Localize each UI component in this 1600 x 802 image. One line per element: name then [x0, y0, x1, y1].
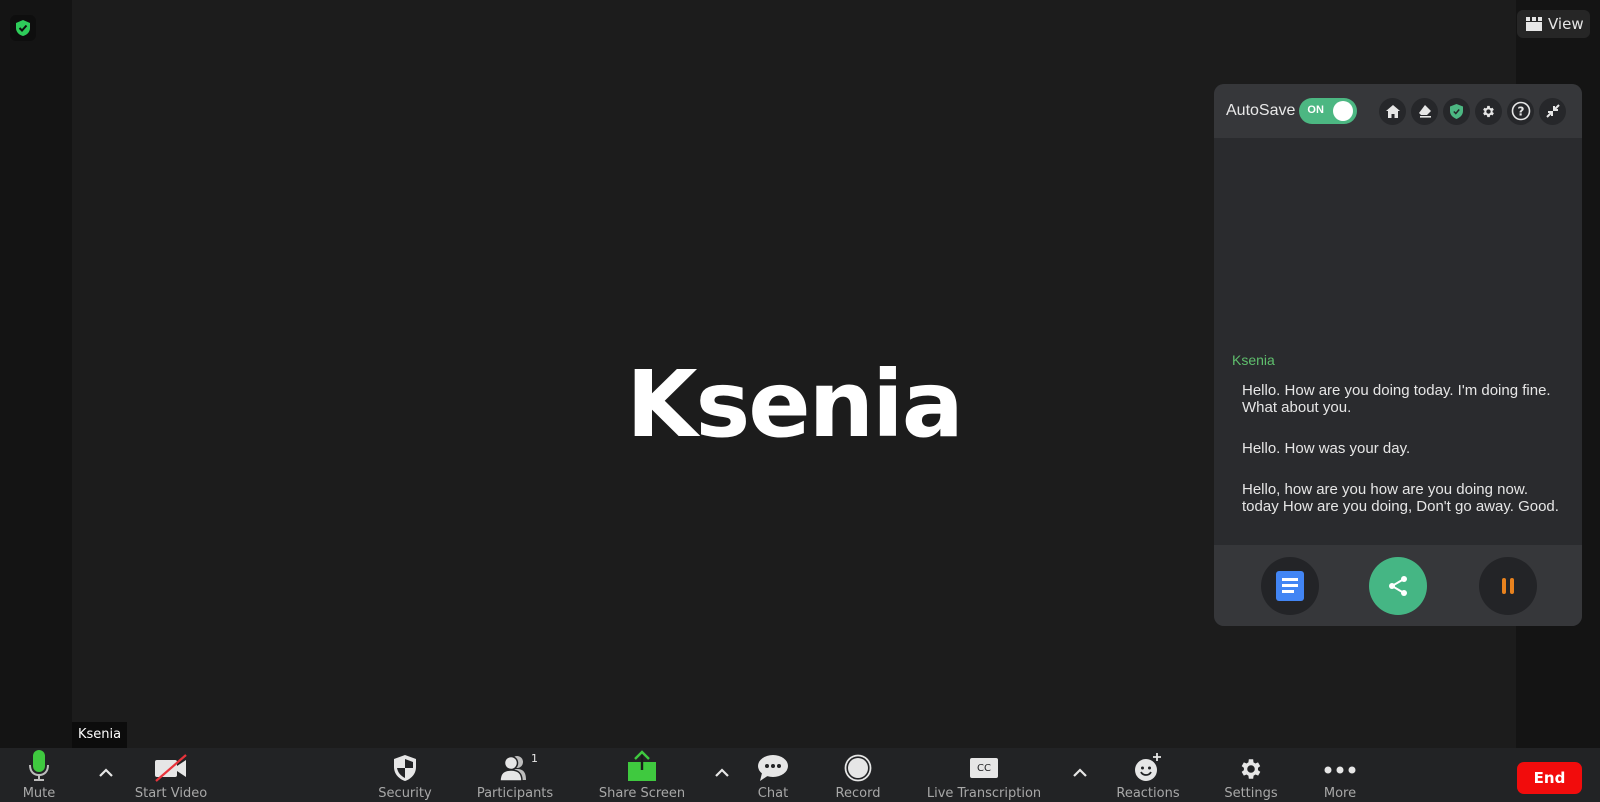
- chevron-up-icon: [1073, 767, 1087, 777]
- settings-label: Settings: [1224, 786, 1278, 801]
- transcript-panel-footer: [1214, 545, 1582, 626]
- microphone-icon: [29, 750, 49, 781]
- home-icon: [1385, 104, 1400, 118]
- more-button[interactable]: More: [1312, 748, 1368, 802]
- transcript-panel-header: AutoSave ON ?: [1214, 84, 1582, 138]
- video-off-icon: [155, 754, 187, 782]
- panel-header-icons: ?: [1379, 97, 1567, 125]
- minimize-icon: [1546, 104, 1560, 118]
- shield-check-icon: [16, 20, 30, 36]
- participants-button[interactable]: Participants: [474, 748, 556, 802]
- autosave-toggle[interactable]: ON: [1299, 98, 1358, 124]
- gear-icon: [1483, 105, 1495, 117]
- security-shield-icon: [394, 755, 416, 781]
- live-transcription-button[interactable]: CC Live Transcription: [924, 748, 1044, 802]
- record-button[interactable]: Record: [830, 748, 886, 802]
- document-icon: [1276, 571, 1304, 601]
- minimize-button[interactable]: [1539, 97, 1567, 125]
- participants-icon: [499, 755, 526, 782]
- security-label: Security: [378, 786, 432, 801]
- participants-count: 1: [531, 752, 538, 765]
- mute-label: Mute: [22, 786, 56, 801]
- help-icon: ?: [1511, 101, 1531, 121]
- more-label: More: [1323, 786, 1357, 801]
- chevron-up-icon: [715, 767, 729, 777]
- eraser-button[interactable]: [1411, 97, 1439, 125]
- transcript-panel: AutoSave ON ? Ksenia Hello. How are you …: [1214, 84, 1582, 626]
- share-options-caret[interactable]: [712, 762, 732, 782]
- help-button[interactable]: ?: [1507, 97, 1535, 125]
- chevron-up-icon: [99, 767, 113, 777]
- closed-captions-icon: CC: [970, 758, 998, 778]
- share-screen-label: Share Screen: [598, 786, 686, 801]
- start-video-label: Start Video: [134, 786, 208, 801]
- transcript-speaker-name: Ksenia: [1232, 352, 1275, 368]
- participant-name-tag: Ksenia: [72, 722, 128, 748]
- mute-button[interactable]: Mute: [12, 748, 66, 802]
- transcript-line: Hello. How are you doing today. I'm doin…: [1242, 382, 1551, 416]
- more-dots-icon: [1324, 766, 1356, 774]
- svg-text:?: ?: [1517, 105, 1524, 119]
- security-button[interactable]: Security: [372, 748, 438, 802]
- share-screen-button[interactable]: Share Screen: [596, 748, 688, 802]
- reactions-icon: [1135, 753, 1161, 781]
- view-button-label: View: [1548, 15, 1584, 33]
- pause-icon: [1502, 578, 1514, 594]
- share-icon: [1389, 576, 1407, 596]
- open-document-button[interactable]: [1261, 557, 1319, 615]
- transcript-line: Hello. How was your day.: [1242, 440, 1411, 457]
- share-screen-icon: [628, 750, 656, 781]
- record-icon: [844, 754, 872, 782]
- cc-text: CC: [977, 762, 991, 774]
- start-video-button[interactable]: Start Video: [130, 748, 212, 802]
- meeting-stage: Ksenia View Ksenia AutoSave ON ? Ksenia …: [0, 0, 1600, 748]
- autosave-label: AutoSave: [1226, 102, 1296, 119]
- meeting-toolbar: Mute Start Video Security Participants 1…: [0, 748, 1600, 802]
- audio-options-caret[interactable]: [96, 762, 116, 782]
- toggle-knob: [1333, 101, 1354, 121]
- transcript-line: Hello, how are you how are you doing now…: [1242, 481, 1559, 515]
- grid-view-icon: [1526, 17, 1542, 31]
- reactions-button[interactable]: Reactions: [1110, 748, 1186, 802]
- live-transcription-label: Live Transcription: [926, 786, 1042, 801]
- participants-label: Participants: [476, 786, 554, 801]
- transcript-content: Ksenia Hello. How are you doing today. I…: [1214, 352, 1582, 539]
- settings-button[interactable]: [1475, 97, 1503, 125]
- chat-icon: [758, 755, 788, 781]
- gear-icon: [1241, 759, 1261, 779]
- end-meeting-button[interactable]: End: [1517, 762, 1582, 794]
- settings-toolbar-button[interactable]: Settings: [1220, 748, 1282, 802]
- reactions-label: Reactions: [1116, 786, 1180, 801]
- autosave-toggle-state: ON: [1307, 104, 1324, 116]
- eraser-icon: [1418, 105, 1431, 118]
- home-button[interactable]: [1379, 97, 1407, 125]
- security-shield-button[interactable]: [1443, 97, 1471, 125]
- share-transcript-button[interactable]: [1369, 557, 1427, 615]
- chat-label: Chat: [757, 786, 789, 801]
- view-button[interactable]: View: [1517, 10, 1590, 38]
- record-label: Record: [835, 786, 881, 801]
- chat-button[interactable]: Chat: [748, 748, 798, 802]
- pause-transcription-button[interactable]: [1479, 557, 1537, 615]
- transcription-options-caret[interactable]: [1070, 762, 1090, 782]
- encryption-shield-badge[interactable]: [10, 15, 36, 41]
- shield-icon: [1450, 103, 1464, 119]
